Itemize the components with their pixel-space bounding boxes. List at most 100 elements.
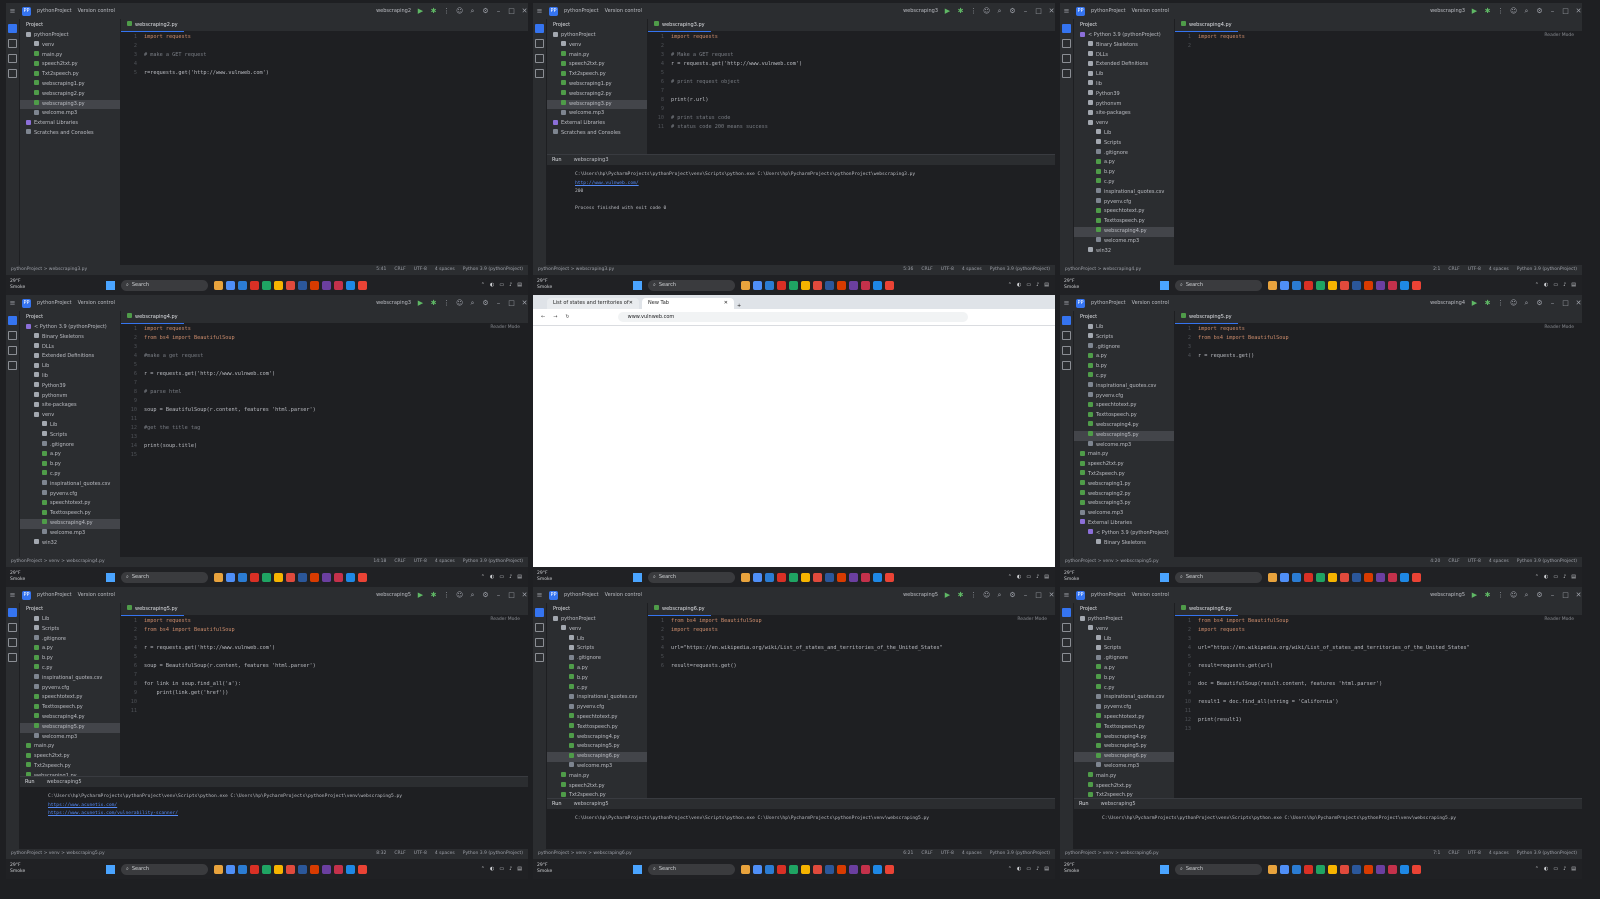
tree-item[interactable]: main.py: [547, 772, 647, 782]
run-tab[interactable]: webscraping5: [1101, 801, 1136, 807]
tree-item[interactable]: inspirational_quotes.csv: [1074, 693, 1174, 703]
more-icon[interactable]: ⋮: [443, 299, 450, 307]
taskbar-app-icon[interactable]: [741, 280, 750, 290]
taskbar-app-icon[interactable]: [1388, 572, 1397, 582]
tree-item[interactable]: Scripts: [1074, 333, 1174, 343]
taskbar-app-icon[interactable]: [358, 572, 367, 582]
console-link[interactable]: https://www.acunetix.com/: [48, 802, 528, 811]
taskbar-app-icon[interactable]: [286, 572, 295, 582]
tray-icon[interactable]: ♪: [1563, 866, 1566, 872]
run-config-selector[interactable]: webscraping5: [903, 592, 938, 598]
search-everywhere-icon[interactable]: ⌕: [469, 591, 476, 599]
console-link[interactable]: http://www.vulnweb.com/: [575, 180, 1055, 189]
taskbar-app-icon[interactable]: [837, 864, 846, 874]
weather-widget[interactable]: 29°F Smoke: [533, 863, 587, 875]
tree-item[interactable]: b.py: [20, 654, 120, 664]
code-editor[interactable]: webscraping2.py 1 import requests 2 3 # make …: [121, 19, 528, 265]
line-separator[interactable]: CRLF: [1448, 265, 1459, 275]
tree-item[interactable]: webscraping1.py: [1074, 480, 1174, 490]
tree-item[interactable]: site-packages: [1074, 109, 1174, 119]
tree-item[interactable]: webscraping2.py: [547, 90, 647, 100]
tree-item[interactable]: c.py: [1074, 684, 1174, 694]
taskbar-app-icon[interactable]: [813, 280, 822, 290]
caret-position[interactable]: 2:1: [1433, 265, 1440, 275]
taskbar-app-icon[interactable]: [1292, 280, 1301, 290]
taskbar-app-icon[interactable]: [286, 280, 295, 290]
tree-item[interactable]: Lib: [20, 362, 120, 372]
tree-item[interactable]: Scratches and Consoles: [547, 129, 647, 139]
taskbar-app-icon[interactable]: [262, 280, 271, 290]
taskbar-app-icon[interactable]: [298, 572, 307, 582]
more-icon[interactable]: ⋮: [970, 591, 977, 599]
windows-start-icon[interactable]: [106, 864, 115, 874]
file-encoding[interactable]: UTF-8: [1468, 557, 1481, 567]
taskbar-app-icon[interactable]: [358, 864, 367, 874]
line-separator[interactable]: CRLF: [1448, 849, 1459, 859]
taskbar-app-icon[interactable]: [250, 280, 259, 290]
tool-window-icon[interactable]: [535, 653, 544, 662]
code-editor[interactable]: webscraping4.py Reader Mode 1 import reques…: [1175, 19, 1582, 265]
tool-window-icon[interactable]: [8, 623, 17, 632]
maximize-icon[interactable]: □: [508, 7, 515, 15]
windows-start-icon[interactable]: [1160, 864, 1169, 874]
taskbar-app-icon[interactable]: [1352, 572, 1361, 582]
tree-item[interactable]: welcome.mp3: [547, 109, 647, 119]
taskbar-app-icon[interactable]: [1376, 280, 1385, 290]
taskbar-app-icon[interactable]: [238, 864, 247, 874]
taskbar-app-icon[interactable]: [1364, 280, 1373, 290]
settings-gear-icon[interactable]: ⚙: [482, 7, 489, 15]
line-separator[interactable]: CRLF: [394, 265, 405, 275]
maximize-icon[interactable]: □: [1562, 591, 1569, 599]
tray-icon[interactable]: ▭: [499, 866, 504, 872]
taskbar-app-icon[interactable]: [753, 572, 762, 582]
taskbar-app-icon[interactable]: [1376, 864, 1385, 874]
tray-icon[interactable]: ♪: [509, 866, 512, 872]
version-control-menu[interactable]: Version control: [1132, 8, 1169, 14]
run-icon[interactable]: ▶: [1471, 299, 1478, 307]
line-separator[interactable]: CRLF: [921, 265, 932, 275]
tree-item[interactable]: speech2txt.py: [1074, 782, 1174, 792]
tree-item[interactable]: welcome.mp3: [1074, 762, 1174, 772]
tree-item[interactable]: welcome.mp3: [20, 733, 120, 743]
taskbar-app-icon[interactable]: [1304, 280, 1313, 290]
minimize-icon[interactable]: –: [1022, 7, 1029, 15]
taskbar-search[interactable]: ⌕ Search: [121, 571, 208, 583]
weather-widget[interactable]: 29°F Smoke: [6, 571, 60, 583]
tree-item[interactable]: main.py: [20, 51, 120, 61]
debug-icon[interactable]: ✱: [430, 7, 437, 15]
tree-item[interactable]: inspirational_quotes.csv: [547, 693, 647, 703]
taskbar-app-icon[interactable]: [322, 864, 331, 874]
taskbar-search[interactable]: ⌕ Search: [1175, 279, 1262, 291]
tree-item[interactable]: venv: [1074, 625, 1174, 635]
tray-icon[interactable]: ▭: [1026, 282, 1031, 288]
taskbar-app-icon[interactable]: [801, 280, 810, 290]
close-icon[interactable]: ✕: [1575, 7, 1582, 15]
minimize-icon[interactable]: –: [1022, 591, 1029, 599]
taskbar-app-icon[interactable]: [238, 280, 247, 290]
tree-item[interactable]: site-packages: [20, 401, 120, 411]
tool-window-icon[interactable]: [535, 24, 544, 33]
project-header[interactable]: Project: [20, 311, 120, 323]
taskbar-app-icon[interactable]: [813, 864, 822, 874]
tree-item[interactable]: Texttospeech.py: [1074, 723, 1174, 733]
tree-item[interactable]: < Python 3.9 (pythonProject): [1074, 529, 1174, 539]
tool-window-icon[interactable]: [1062, 24, 1071, 33]
tree-item[interactable]: webscraping4.py: [547, 733, 647, 743]
user-icon[interactable]: ☺: [456, 7, 463, 15]
code-editor[interactable]: webscraping5.py Reader Mode 1 import reques…: [1175, 311, 1582, 557]
tree-item[interactable]: External Libraries: [1074, 519, 1174, 529]
taskbar-app-icon[interactable]: [1376, 572, 1385, 582]
tray-icon[interactable]: ▤: [1044, 574, 1049, 580]
more-icon[interactable]: ⋮: [1497, 591, 1504, 599]
tree-item[interactable]: pythonProject: [1074, 615, 1174, 625]
tool-window-icon[interactable]: [8, 331, 17, 340]
tree-item[interactable]: Texttospeech.py: [1074, 217, 1174, 227]
tool-window-icon[interactable]: [535, 54, 544, 63]
tree-item[interactable]: a.py: [1074, 352, 1174, 362]
line-separator[interactable]: CRLF: [921, 849, 932, 859]
python-interpreter[interactable]: Python 3.9 (pythonProject): [463, 265, 523, 275]
indent-setting[interactable]: 4 spaces: [435, 557, 455, 567]
project-name[interactable]: pythonProject: [564, 592, 599, 598]
taskbar-app-icon[interactable]: [777, 572, 786, 582]
taskbar-app-icon[interactable]: [801, 572, 810, 582]
